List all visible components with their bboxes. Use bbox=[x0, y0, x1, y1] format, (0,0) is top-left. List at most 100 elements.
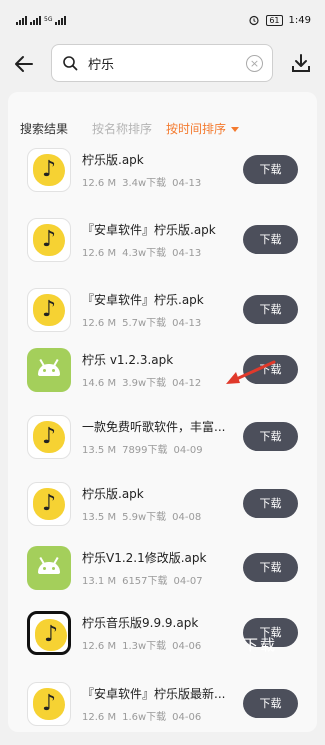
result-meta: 14.6 M 3.9w下载 04-12 bbox=[82, 374, 207, 389]
result-downloads: 3.4w下载 bbox=[122, 178, 167, 189]
music-note-icon: ♪ bbox=[41, 227, 57, 252]
signal-icon bbox=[55, 15, 67, 25]
result-downloads: 1.3w下载 bbox=[122, 641, 167, 652]
clock: 1:49 bbox=[288, 14, 311, 26]
result-date: 04-07 bbox=[173, 576, 203, 587]
result-title[interactable]: 柠乐 v1.2.3.apk bbox=[82, 351, 240, 368]
result-size: 13.5 M bbox=[82, 445, 117, 456]
result-title[interactable]: 柠乐版.apk bbox=[82, 485, 240, 502]
android-icon bbox=[38, 364, 60, 376]
top-bar: 柠乐 × bbox=[0, 40, 325, 86]
result-meta: 13.5 M 7899下载 04-09 bbox=[82, 441, 209, 456]
download-icon[interactable] bbox=[291, 53, 311, 73]
result-size: 12.6 M bbox=[82, 178, 117, 189]
result-title[interactable]: 柠乐V1.2.1修改版.apk bbox=[82, 549, 240, 566]
music-note-icon: ♪ bbox=[41, 491, 57, 516]
result-title[interactable]: 柠乐音乐版9.9.9.apk bbox=[82, 614, 240, 631]
alarm-icon bbox=[249, 15, 259, 26]
result-date: 04-13 bbox=[172, 318, 202, 329]
result-size: 12.6 M bbox=[82, 641, 117, 652]
music-note-icon: ♪ bbox=[41, 691, 57, 716]
sort-by-time-tab[interactable]: 按时间排序 bbox=[166, 120, 240, 137]
download-button[interactable]: 下载 bbox=[243, 295, 298, 324]
app-icon: ♪ bbox=[27, 611, 71, 655]
result-size: 12.6 M bbox=[82, 248, 117, 259]
result-meta: 12.6 M 3.4w下载 04-13 bbox=[82, 174, 207, 189]
annotation-arrow-icon bbox=[226, 360, 276, 384]
result-row[interactable]: ♪ 『安卓软件』柠乐版最新... 12.6 M 1.6w下载 04-06 下载 bbox=[0, 675, 325, 745]
network-type: 5G bbox=[44, 16, 53, 23]
results-label: 搜索结果 bbox=[20, 121, 69, 136]
network-indicators: 5G bbox=[16, 15, 67, 25]
result-size: 12.6 M bbox=[82, 318, 117, 329]
result-downloads: 7899下载 bbox=[122, 445, 168, 456]
back-arrow-icon bbox=[15, 56, 33, 72]
result-row[interactable]: ♪ 『安卓软件』柠乐版.apk 12.6 M 4.3w下载 04-13 下载 bbox=[0, 211, 325, 281]
download-button[interactable]: 下载 bbox=[243, 689, 298, 718]
result-title[interactable]: 『安卓软件』柠乐版最新... bbox=[82, 685, 240, 702]
result-size: 12.6 M bbox=[82, 712, 117, 723]
watermark: 下载 bbox=[243, 636, 278, 654]
search-input[interactable]: 柠乐 bbox=[88, 54, 114, 73]
sort-by-name-tab[interactable]: 按名称排序 bbox=[92, 120, 152, 137]
battery-indicator: 61 bbox=[266, 14, 283, 26]
result-downloads: 1.6w下载 bbox=[122, 712, 167, 723]
app-icon: ♪ bbox=[27, 482, 71, 526]
result-date: 04-06 bbox=[172, 641, 202, 652]
music-note-icon: ♪ bbox=[41, 424, 57, 449]
result-meta: 12.6 M 1.3w下载 04-06 bbox=[82, 637, 207, 652]
result-date: 04-13 bbox=[172, 248, 202, 259]
result-row[interactable]: ♪ 一款免费听歌软件，丰富... 13.5 M 7899下载 04-09 下载 bbox=[0, 408, 325, 478]
result-downloads: 5.9w下载 bbox=[122, 512, 167, 523]
result-date: 04-13 bbox=[172, 178, 202, 189]
download-button[interactable]: 下载 bbox=[243, 422, 298, 451]
signal-icon bbox=[16, 15, 27, 25]
result-meta: 13.1 M 6157下载 04-07 bbox=[82, 572, 209, 587]
app-icon: ♪ bbox=[27, 682, 71, 726]
result-meta: 13.5 M 5.9w下载 04-08 bbox=[82, 508, 207, 523]
result-title[interactable]: 『安卓软件』柠乐.apk bbox=[82, 291, 240, 308]
result-downloads: 3.9w下载 bbox=[122, 378, 167, 389]
app-icon bbox=[27, 546, 71, 590]
result-meta: 12.6 M 1.6w下载 04-06 bbox=[82, 708, 207, 723]
result-downloads: 4.3w下载 bbox=[122, 248, 167, 259]
sort-bar: 搜索结果 按名称排序 按时间排序 bbox=[20, 116, 240, 140]
result-downloads: 5.7w下载 bbox=[122, 318, 167, 329]
result-size: 13.1 M bbox=[82, 576, 117, 587]
sort-by-time-label: 按时间排序 bbox=[166, 121, 227, 136]
music-note-icon: ♪ bbox=[43, 622, 59, 647]
caret-down-icon bbox=[231, 126, 240, 132]
app-icon: ♪ bbox=[27, 288, 71, 332]
status-bar: 5G 61 1:49 bbox=[0, 0, 325, 40]
result-meta: 12.6 M 5.7w下载 04-13 bbox=[82, 314, 207, 329]
clear-icon[interactable]: × bbox=[246, 55, 263, 72]
result-size: 14.6 M bbox=[82, 378, 117, 389]
download-button[interactable]: 下载 bbox=[243, 225, 298, 254]
search-icon bbox=[63, 56, 78, 71]
back-button[interactable] bbox=[0, 40, 48, 86]
app-icon: ♪ bbox=[27, 415, 71, 459]
app-icon bbox=[27, 348, 71, 392]
download-button[interactable]: 下载 bbox=[243, 553, 298, 582]
android-icon bbox=[38, 562, 60, 574]
result-date: 04-08 bbox=[172, 512, 202, 523]
result-row[interactable]: ♪ 柠乐版.apk 12.6 M 3.4w下载 04-13 下载 bbox=[0, 141, 325, 211]
result-row[interactable]: 柠乐V1.2.1修改版.apk 13.1 M 6157下载 04-07 下载 bbox=[0, 539, 325, 609]
result-size: 13.5 M bbox=[82, 512, 117, 523]
result-title[interactable]: 柠乐版.apk bbox=[82, 151, 240, 168]
download-button[interactable]: 下载 bbox=[243, 489, 298, 518]
result-date: 04-09 bbox=[173, 445, 203, 456]
result-date: 04-12 bbox=[172, 378, 202, 389]
search-box[interactable]: 柠乐 × bbox=[51, 44, 273, 82]
result-date: 04-06 bbox=[172, 712, 202, 723]
result-title[interactable]: 一款免费听歌软件，丰富... bbox=[82, 418, 240, 435]
result-downloads: 6157下载 bbox=[122, 576, 168, 587]
app-icon: ♪ bbox=[27, 218, 71, 262]
app-icon: ♪ bbox=[27, 148, 71, 192]
download-button[interactable]: 下载 bbox=[243, 155, 298, 184]
result-title[interactable]: 『安卓软件』柠乐版.apk bbox=[82, 221, 240, 238]
result-row[interactable]: ♪ 柠乐版.apk 13.5 M 5.9w下载 04-08 下载 bbox=[0, 475, 325, 545]
music-note-icon: ♪ bbox=[41, 157, 57, 182]
result-meta: 12.6 M 4.3w下载 04-13 bbox=[82, 244, 207, 259]
music-note-icon: ♪ bbox=[41, 297, 57, 322]
